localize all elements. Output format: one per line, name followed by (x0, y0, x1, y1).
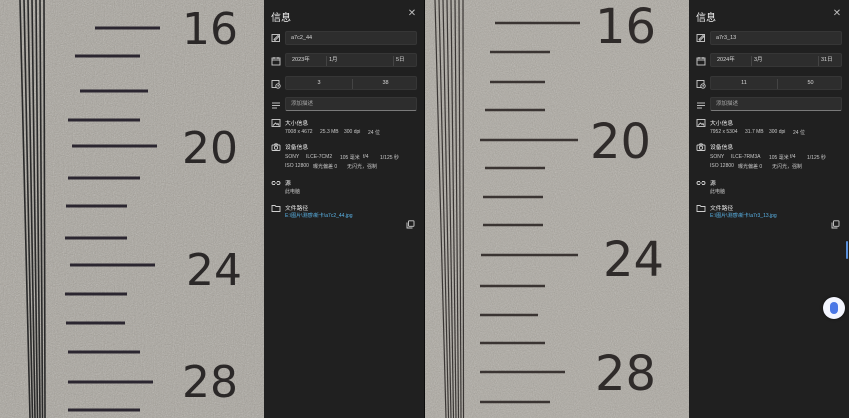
assistant-icon (830, 302, 838, 314)
source-section-title: 源 (285, 181, 291, 187)
scale-label: 24 (186, 245, 242, 296)
clock-icon (271, 79, 281, 89)
device-exposure-bias: 曝光偏差 0 (313, 164, 338, 170)
date-day[interactable]: 31日 (821, 54, 833, 66)
scale-label: 16 (182, 4, 238, 55)
size-bitdepth: 24 位 (368, 130, 380, 136)
device-focal-length: 105 毫米 (340, 155, 360, 161)
filename-input[interactable]: a7r3_13 (710, 31, 842, 45)
date-picker[interactable]: 2023年 1月 5日 (285, 53, 417, 67)
device-shutter: 1/125 秒 (380, 155, 399, 161)
clock-icon (696, 79, 706, 89)
right-viewer: 16 20 24 28 信息 ✕ a7r3_13 2024年 3月 31日 11… (425, 0, 849, 418)
copy-icon[interactable] (831, 216, 840, 229)
time-hour[interactable]: 11 (711, 77, 777, 89)
image-size-icon (271, 118, 281, 128)
size-dpi: 300 dpi (344, 129, 361, 135)
date-month[interactable]: 1月 (329, 54, 338, 66)
assistant-floating-button[interactable] (823, 297, 845, 319)
date-year[interactable]: 2024年 (717, 54, 735, 66)
device-shutter: 1/125 秒 (807, 155, 826, 161)
device-aperture: f/4 (363, 154, 369, 160)
time-minute[interactable]: 38 (353, 77, 416, 89)
camera-icon (696, 142, 706, 152)
source-value: 此电脑 (285, 189, 301, 195)
date-day[interactable]: 5日 (396, 54, 405, 66)
source-value: 此电脑 (710, 189, 726, 195)
size-dpi: 300 dpi (769, 129, 786, 135)
device-section-title: 设备信息 (285, 145, 309, 151)
source-section-title: 源 (710, 181, 716, 187)
device-flash: 无闪光，强制 (772, 164, 803, 170)
file-path-link[interactable]: E:\图片\测感\新卡\a7r3_13.jpg (710, 212, 777, 219)
scrollbar-thumb[interactable] (846, 241, 848, 259)
info-panel: 信息 ✕ a7r3_13 2024年 3月 31日 11 50 添加描述 大小信… (689, 0, 849, 418)
time-hour[interactable]: 3 (286, 77, 352, 89)
size-filesize: 31.7 MB (745, 129, 764, 135)
filename-input[interactable]: a7c2_44 (285, 31, 417, 45)
scale-label: 20 (590, 114, 651, 170)
description-icon (271, 100, 281, 110)
device-flash: 无闪光，强制 (347, 164, 378, 170)
scale-label: 16 (595, 0, 656, 55)
scale-label: 24 (603, 232, 664, 288)
camera-icon (271, 142, 281, 152)
size-filesize: 25.3 MB (320, 129, 339, 135)
copy-icon[interactable] (406, 216, 415, 229)
close-icon[interactable]: ✕ (831, 8, 843, 20)
folder-icon (696, 203, 706, 213)
image-size-icon (696, 118, 706, 128)
scale-label: 28 (182, 357, 238, 408)
panel-title: 信息 (696, 13, 716, 24)
time-picker[interactable]: 11 50 (710, 76, 842, 90)
device-model: ILCE-7CM2 (306, 154, 333, 160)
device-focal-length: 105 毫米 (769, 155, 789, 161)
photo-a7c2-44: 16 20 24 28 (0, 0, 264, 418)
date-picker[interactable]: 2024年 3月 31日 (710, 53, 842, 67)
description-input[interactable]: 添加描述 (710, 97, 842, 111)
close-icon[interactable]: ✕ (406, 8, 418, 20)
device-aperture: f/4 (790, 154, 796, 160)
photo-a7r3-13: 16 20 24 28 (425, 0, 689, 418)
size-section-title: 大小信息 (285, 121, 309, 127)
link-icon (271, 178, 281, 188)
path-section-title: 文件路径 (285, 206, 309, 212)
scale-label: 20 (182, 123, 238, 174)
description-input[interactable]: 添加描述 (285, 97, 417, 111)
info-panel: 信息 ✕ a7c2_44 2023年 1月 5日 3 38 添加描述 大小信息 … (264, 0, 424, 418)
device-exposure-bias: 曝光偏差 0 (738, 164, 763, 170)
device-section-title: 设备信息 (710, 145, 734, 151)
device-iso: ISO 12800 (710, 163, 734, 169)
device-make: SONY (285, 154, 300, 160)
scale-label: 28 (595, 346, 656, 402)
size-bitdepth: 24 位 (793, 130, 805, 136)
time-minute[interactable]: 50 (778, 77, 841, 89)
panel-title: 信息 (271, 13, 291, 24)
folder-icon (271, 203, 281, 213)
date-month[interactable]: 3月 (754, 54, 763, 66)
size-dimensions: 7008 x 4672 (285, 129, 313, 135)
size-section-title: 大小信息 (710, 121, 734, 127)
device-model: ILCE-7RM3A (731, 154, 761, 160)
path-section-title: 文件路径 (710, 206, 734, 212)
rename-icon (696, 33, 706, 43)
file-path-link[interactable]: E:\图片\测感\新卡\a7c2_44.jpg (285, 212, 353, 219)
device-iso: ISO 12800 (285, 163, 309, 169)
link-icon (696, 178, 706, 188)
device-make: SONY (710, 154, 725, 160)
calendar-icon (271, 56, 281, 66)
calendar-icon (696, 56, 706, 66)
description-icon (696, 100, 706, 110)
rename-icon (271, 33, 281, 43)
size-dimensions: 7952 x 5304 (710, 129, 738, 135)
left-viewer: 16 20 24 28 信息 ✕ a7c2_44 2023年 1月 5日 3 3… (0, 0, 424, 418)
date-year[interactable]: 2023年 (292, 54, 310, 66)
time-picker[interactable]: 3 38 (285, 76, 417, 90)
